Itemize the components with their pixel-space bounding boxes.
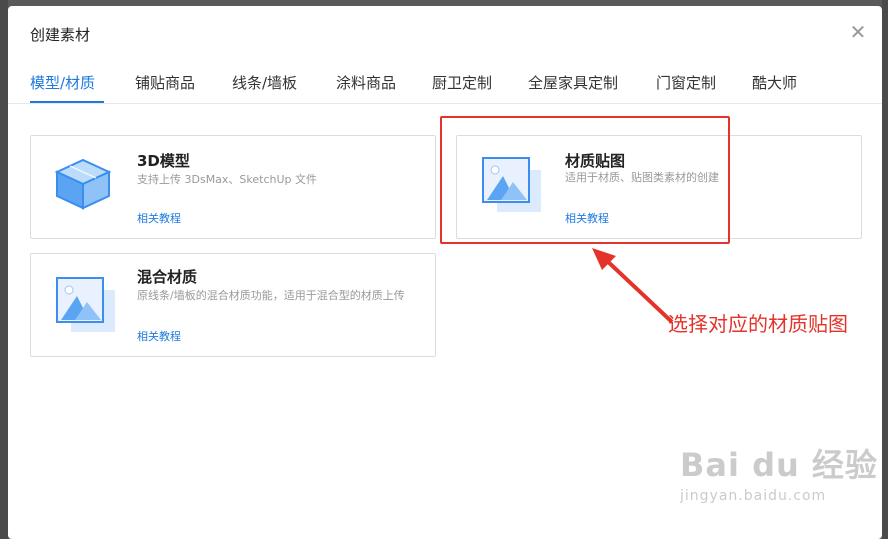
tutorial-link[interactable]: 相关教程 (137, 328, 181, 344)
active-tab-indicator (30, 101, 104, 103)
tab-paint-products[interactable]: 涂料商品 (336, 72, 396, 93)
tab-kitchen-bath[interactable]: 厨卫定制 (432, 72, 492, 93)
tab-lines-wallboard[interactable]: 线条/墙板 (232, 72, 297, 93)
backdrop-right (882, 0, 888, 539)
card-description: 原线条/墙板的混合材质功能，适用于混合型的材质上传 (137, 289, 405, 302)
card-title: 混合材质 (137, 268, 198, 286)
tutorial-link[interactable]: 相关教程 (137, 210, 181, 226)
close-icon[interactable]: ✕ (848, 22, 868, 42)
tab-bar: 模型/材质 铺贴商品 线条/墙板 涂料商品 厨卫定制 全屋家具定制 门窗定制 酷… (8, 64, 882, 104)
tab-doors-windows[interactable]: 门窗定制 (656, 72, 716, 93)
tab-model-material[interactable]: 模型/材质 (30, 72, 95, 93)
annotation-text: 选择对应的材质贴图 (668, 312, 848, 336)
watermark-brand: Bai du 经验 (680, 446, 878, 484)
watermark: Bai du 经验 jingyan.baidu.com (680, 440, 878, 504)
dialog-title: 创建素材 (30, 26, 91, 44)
card-mixed-material[interactable]: 混合材质 原线条/墙板的混合材质功能，适用于混合型的材质上传 相关教程 (30, 253, 436, 357)
tab-whole-house-furniture[interactable]: 全屋家具定制 (528, 72, 618, 93)
tab-tile-products[interactable]: 铺贴商品 (135, 72, 195, 93)
watermark-url: jingyan.baidu.com (680, 488, 827, 504)
card-description: 支持上传 3DsMax、SketchUp 文件 (137, 173, 318, 186)
tab-kudashi[interactable]: 酷大师 (752, 72, 797, 93)
cube-icon (51, 156, 115, 216)
card-3d-model[interactable]: 3D模型 支持上传 3DsMax、SketchUp 文件 相关教程 (30, 135, 436, 239)
highlight-box (440, 116, 730, 244)
backdrop-left (0, 0, 8, 539)
card-title: 3D模型 (137, 152, 190, 170)
image-icon (55, 274, 121, 340)
